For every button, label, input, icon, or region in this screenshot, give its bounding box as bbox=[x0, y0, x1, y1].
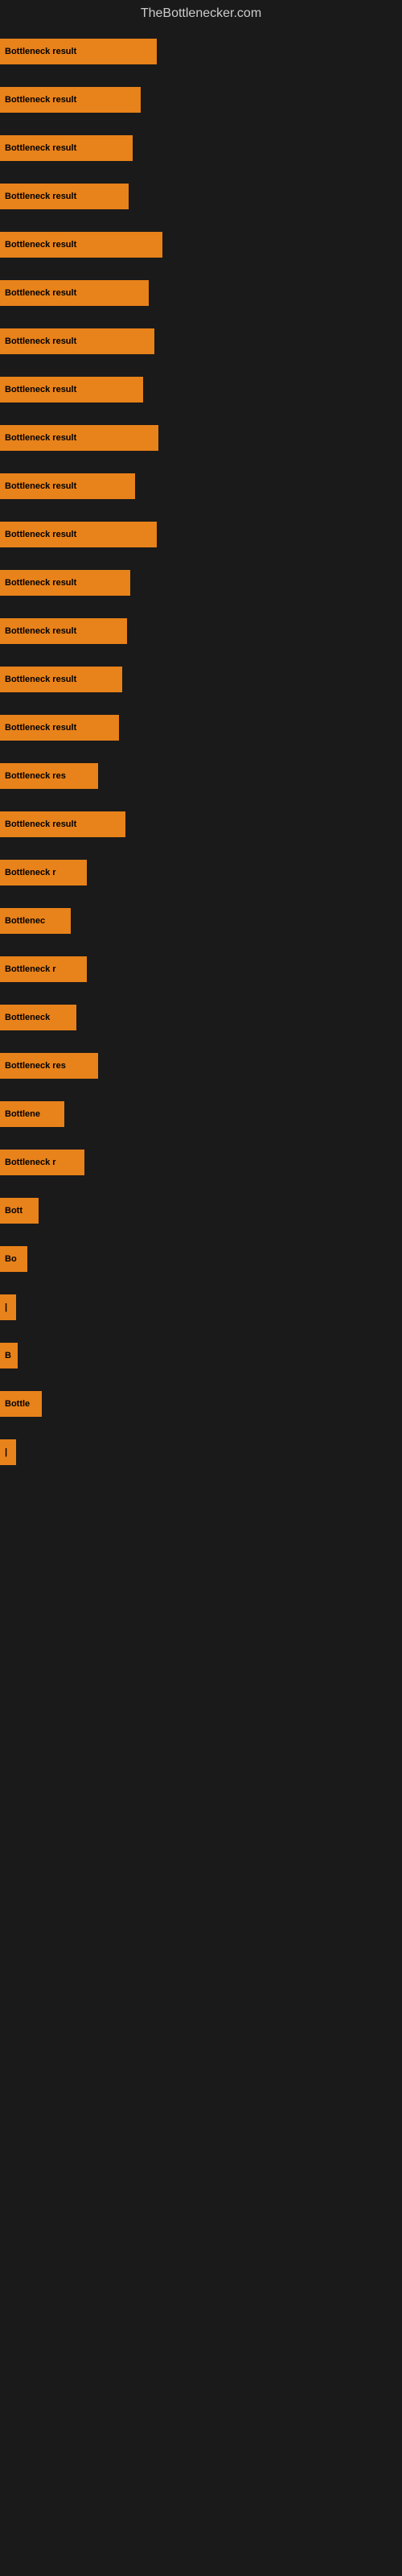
bar-label-27: B bbox=[5, 1351, 11, 1360]
bottleneck-bar-26[interactable]: | bbox=[0, 1294, 16, 1320]
bar-row-22: Bottlene bbox=[0, 1093, 402, 1135]
bar-row-6: Bottleneck result bbox=[0, 320, 402, 362]
bars-container: Bottleneck result Bottleneck result Bottle… bbox=[0, 31, 402, 1480]
bottleneck-bar-28[interactable]: Bottle bbox=[0, 1391, 42, 1417]
bottleneck-bar-13[interactable]: Bottleneck result bbox=[0, 667, 122, 692]
bar-label-21: Bottleneck res bbox=[5, 1061, 66, 1071]
bar-label-3: Bottleneck result bbox=[5, 192, 76, 201]
bar-row-16: Bottleneck result bbox=[0, 803, 402, 845]
bottleneck-bar-8[interactable]: Bottleneck result bbox=[0, 425, 158, 451]
bottleneck-bar-11[interactable]: Bottleneck result bbox=[0, 570, 130, 596]
bar-row-12: Bottleneck result bbox=[0, 610, 402, 652]
bar-label-16: Bottleneck result bbox=[5, 819, 76, 829]
bottleneck-bar-17[interactable]: Bottleneck r bbox=[0, 860, 87, 886]
bar-row-25: Bo bbox=[0, 1238, 402, 1280]
bar-label-2: Bottleneck result bbox=[5, 143, 76, 153]
bar-label-13: Bottleneck result bbox=[5, 675, 76, 684]
bottleneck-bar-25[interactable]: Bo bbox=[0, 1246, 27, 1272]
bottleneck-bar-24[interactable]: Bott bbox=[0, 1198, 39, 1224]
bar-row-26: | bbox=[0, 1286, 402, 1328]
bar-row-19: Bottleneck r bbox=[0, 948, 402, 990]
bottleneck-bar-3[interactable]: Bottleneck result bbox=[0, 184, 129, 209]
bar-label-17: Bottleneck r bbox=[5, 868, 56, 877]
bottleneck-bar-6[interactable]: Bottleneck result bbox=[0, 328, 154, 354]
bottleneck-bar-5[interactable]: Bottleneck result bbox=[0, 280, 149, 306]
bottleneck-bar-4[interactable]: Bottleneck result bbox=[0, 232, 162, 258]
bar-label-6: Bottleneck result bbox=[5, 336, 76, 346]
bar-label-24: Bott bbox=[5, 1206, 23, 1216]
bottleneck-bar-10[interactable]: Bottleneck result bbox=[0, 522, 157, 547]
bar-label-11: Bottleneck result bbox=[5, 578, 76, 588]
bar-row-13: Bottleneck result bbox=[0, 658, 402, 700]
bar-label-9: Bottleneck result bbox=[5, 481, 76, 491]
bar-label-29: | bbox=[5, 1447, 7, 1457]
bar-row-24: Bott bbox=[0, 1190, 402, 1232]
bar-label-7: Bottleneck result bbox=[5, 385, 76, 394]
bar-label-5: Bottleneck result bbox=[5, 288, 76, 298]
bottleneck-bar-7[interactable]: Bottleneck result bbox=[0, 377, 143, 402]
bottleneck-bar-21[interactable]: Bottleneck res bbox=[0, 1053, 98, 1079]
bottleneck-bar-20[interactable]: Bottleneck bbox=[0, 1005, 76, 1030]
bottleneck-bar-2[interactable]: Bottleneck result bbox=[0, 135, 133, 161]
bar-row-11: Bottleneck result bbox=[0, 562, 402, 604]
bar-row-28: Bottle bbox=[0, 1383, 402, 1425]
bar-row-23: Bottleneck r bbox=[0, 1141, 402, 1183]
bar-label-12: Bottleneck result bbox=[5, 626, 76, 636]
bar-row-5: Bottleneck result bbox=[0, 272, 402, 314]
bar-row-27: B bbox=[0, 1335, 402, 1377]
bar-row-1: Bottleneck result bbox=[0, 79, 402, 121]
bar-row-0: Bottleneck result bbox=[0, 31, 402, 72]
bottleneck-bar-0[interactable]: Bottleneck result bbox=[0, 39, 157, 64]
bottleneck-bar-19[interactable]: Bottleneck r bbox=[0, 956, 87, 982]
bar-row-29: | bbox=[0, 1431, 402, 1473]
bar-row-18: Bottlenec bbox=[0, 900, 402, 942]
bottleneck-bar-14[interactable]: Bottleneck result bbox=[0, 715, 119, 741]
bar-label-1: Bottleneck result bbox=[5, 95, 76, 105]
bar-label-25: Bo bbox=[5, 1254, 17, 1264]
bar-row-8: Bottleneck result bbox=[0, 417, 402, 459]
bar-label-14: Bottleneck result bbox=[5, 723, 76, 733]
bar-row-21: Bottleneck res bbox=[0, 1045, 402, 1087]
bar-row-10: Bottleneck result bbox=[0, 514, 402, 555]
bar-row-17: Bottleneck r bbox=[0, 852, 402, 894]
bar-label-4: Bottleneck result bbox=[5, 240, 76, 250]
bar-label-23: Bottleneck r bbox=[5, 1158, 56, 1167]
bar-row-7: Bottleneck result bbox=[0, 369, 402, 411]
bar-label-0: Bottleneck result bbox=[5, 47, 76, 56]
bar-label-15: Bottleneck res bbox=[5, 771, 66, 781]
bar-row-20: Bottleneck bbox=[0, 997, 402, 1038]
bottleneck-bar-27[interactable]: B bbox=[0, 1343, 18, 1368]
site-title: TheBottlenecker.com bbox=[0, 0, 402, 31]
bar-row-14: Bottleneck result bbox=[0, 707, 402, 749]
bottleneck-bar-29[interactable]: | bbox=[0, 1439, 16, 1465]
bar-label-10: Bottleneck result bbox=[5, 530, 76, 539]
bottleneck-bar-15[interactable]: Bottleneck res bbox=[0, 763, 98, 789]
bottleneck-bar-18[interactable]: Bottlenec bbox=[0, 908, 71, 934]
bottleneck-bar-16[interactable]: Bottleneck result bbox=[0, 811, 125, 837]
bar-label-20: Bottleneck bbox=[5, 1013, 50, 1022]
bottleneck-bar-12[interactable]: Bottleneck result bbox=[0, 618, 127, 644]
bar-label-28: Bottle bbox=[5, 1399, 30, 1409]
bar-label-8: Bottleneck result bbox=[5, 433, 76, 443]
bar-row-15: Bottleneck res bbox=[0, 755, 402, 797]
bottleneck-bar-1[interactable]: Bottleneck result bbox=[0, 87, 141, 113]
bar-label-18: Bottlenec bbox=[5, 916, 45, 926]
bar-row-3: Bottleneck result bbox=[0, 175, 402, 217]
bar-row-9: Bottleneck result bbox=[0, 465, 402, 507]
bar-label-19: Bottleneck r bbox=[5, 964, 56, 974]
bottleneck-bar-23[interactable]: Bottleneck r bbox=[0, 1150, 84, 1175]
bottleneck-bar-22[interactable]: Bottlene bbox=[0, 1101, 64, 1127]
bar-row-4: Bottleneck result bbox=[0, 224, 402, 266]
bar-label-26: | bbox=[5, 1302, 7, 1312]
bar-label-22: Bottlene bbox=[5, 1109, 40, 1119]
bar-row-2: Bottleneck result bbox=[0, 127, 402, 169]
bottleneck-bar-9[interactable]: Bottleneck result bbox=[0, 473, 135, 499]
